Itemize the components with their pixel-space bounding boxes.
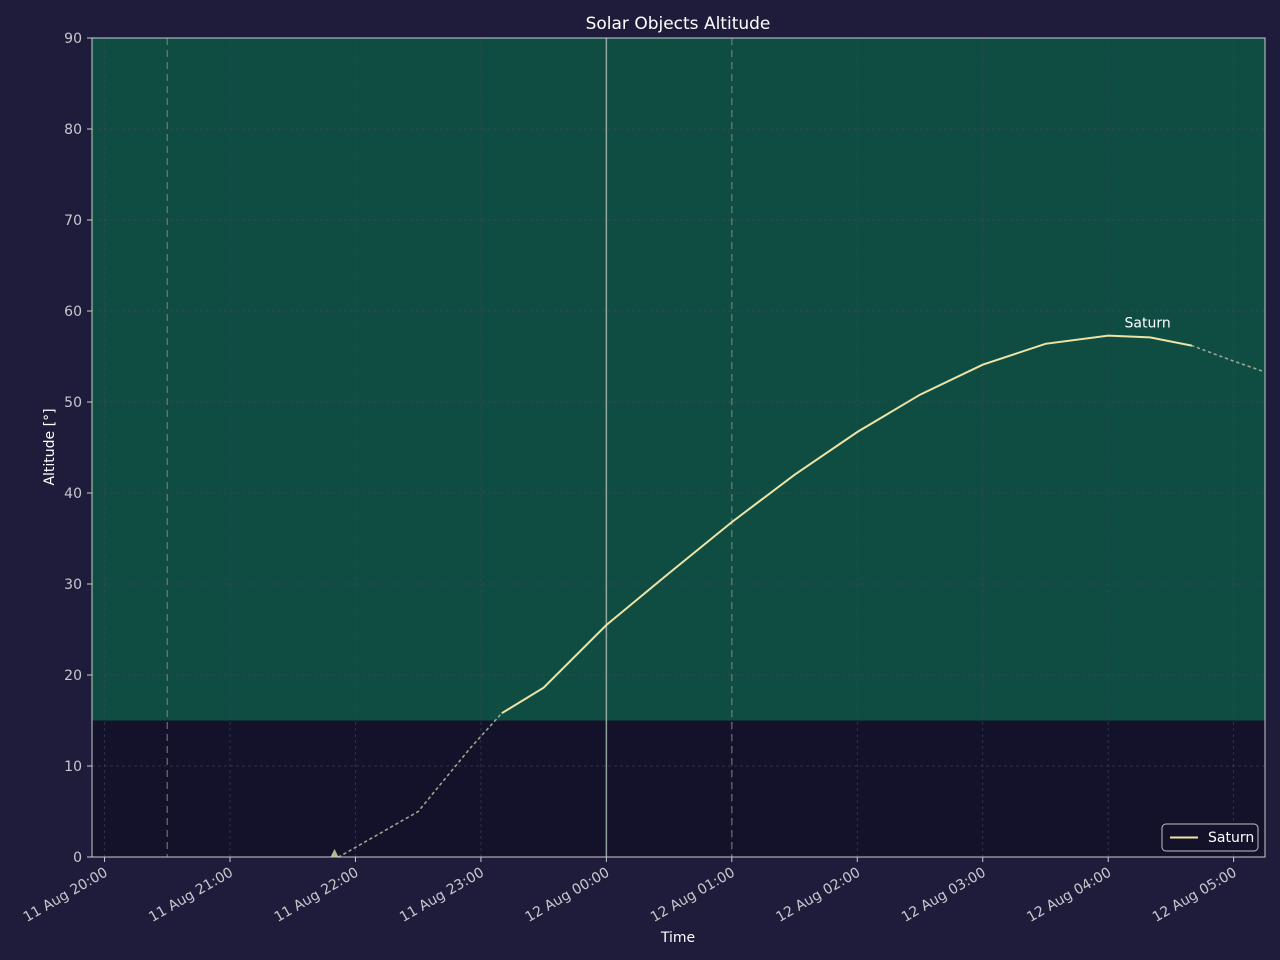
plot-area: Saturn010203040506070809011 Aug 20:00 11 …	[21, 31, 1266, 926]
y-tick-label: 20	[64, 668, 82, 684]
y-tick-label: 0	[73, 850, 82, 866]
x-axis-label: Time	[660, 930, 695, 946]
chart-title: Solar Objects Altitude	[586, 14, 771, 34]
visible-altitude-band	[92, 38, 1265, 721]
y-tick-label: 30	[64, 577, 82, 593]
y-tick-label: 10	[64, 759, 82, 775]
y-tick-label: 70	[64, 213, 82, 229]
y-tick-label: 90	[64, 31, 82, 47]
altitude-chart: Solar Objects Altitude Saturn 0 10 20 30 40 50…	[0, 0, 1280, 960]
y-tick-label: 80	[64, 122, 82, 138]
legend-label: Saturn	[1208, 830, 1254, 846]
y-tick-label: 50	[64, 395, 82, 411]
legend: Saturn	[1161, 823, 1259, 852]
y-axis-label: Altitude [°]	[42, 408, 58, 485]
y-tick-label: 40	[64, 486, 82, 502]
series-peak-label: Saturn	[1125, 316, 1171, 332]
y-tick-label: 60	[64, 304, 82, 320]
